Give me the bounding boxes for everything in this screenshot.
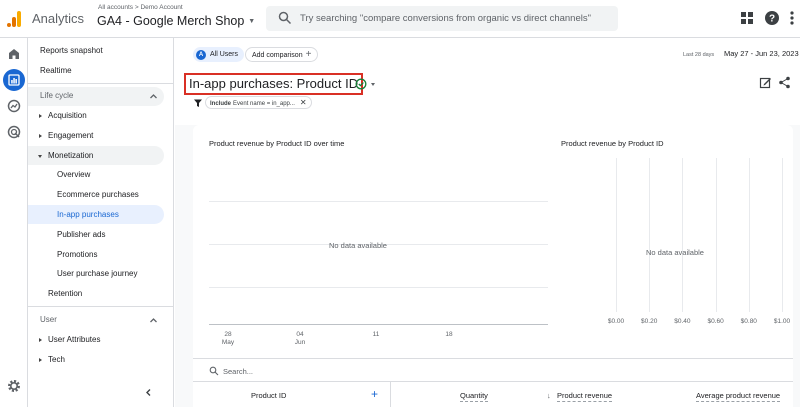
column-header-product-id[interactable]: Product ID bbox=[251, 391, 286, 400]
share-icon[interactable] bbox=[778, 76, 791, 89]
x-tick-label: 11 bbox=[372, 331, 380, 338]
sidebar-item-ecommerce-purchases[interactable]: Ecommerce purchases bbox=[57, 186, 139, 204]
sidebar-nav: Reports snapshot Realtime Life cycle Acq… bbox=[28, 38, 174, 407]
x-tick-label: 18 bbox=[445, 331, 453, 338]
page-title: In-app purchases: Product ID bbox=[184, 73, 364, 95]
analytics-logo-icon[interactable] bbox=[6, 10, 22, 28]
admin-gear-icon[interactable] bbox=[6, 378, 22, 394]
breadcrumb[interactable]: All accounts > Demo Account bbox=[98, 4, 183, 11]
search-icon bbox=[209, 366, 219, 376]
comparison-chip-all-users[interactable]: A All Users bbox=[193, 47, 245, 62]
search-input[interactable]: Try searching "compare conversions from … bbox=[266, 6, 618, 31]
date-range-label: Last 28 days bbox=[683, 52, 715, 58]
sidebar-item-promotions[interactable]: Promotions bbox=[57, 246, 97, 264]
close-icon[interactable]: ✕ bbox=[300, 98, 307, 107]
sidebar-item-user-attributes[interactable]: User Attributes bbox=[38, 331, 100, 349]
no-data-label: No data available bbox=[646, 248, 704, 257]
chart-title-by-product: Product revenue by Product ID bbox=[561, 139, 664, 148]
column-header-quantity[interactable]: Quantity bbox=[460, 391, 488, 402]
table-search-input[interactable]: Search... bbox=[223, 367, 253, 376]
gridline bbox=[782, 158, 783, 312]
x-tick-label: 28 May bbox=[221, 331, 235, 346]
sidebar-item-retention[interactable]: Retention bbox=[48, 285, 82, 303]
reports-icon[interactable] bbox=[3, 69, 25, 91]
sort-arrow-down-icon[interactable]: ↓ bbox=[547, 391, 551, 400]
no-data-label: No data available bbox=[329, 241, 387, 250]
filter-chip[interactable]: Include Event name = in_app... ✕ bbox=[205, 96, 312, 109]
add-dimension-plus-icon[interactable]: + bbox=[371, 387, 378, 401]
advertising-icon[interactable] bbox=[6, 124, 22, 140]
gridline bbox=[649, 158, 651, 312]
home-icon[interactable] bbox=[6, 46, 22, 62]
x-axis-baseline bbox=[209, 324, 548, 325]
divider bbox=[193, 358, 793, 359]
divider bbox=[28, 306, 173, 307]
sidebar-item-monetization[interactable]: Monetization bbox=[37, 147, 93, 165]
caret-down-icon: ▼ bbox=[248, 18, 256, 25]
more-vert-icon[interactable] bbox=[788, 10, 796, 26]
app-name: Analytics bbox=[32, 11, 85, 26]
search-placeholder: Try searching "compare conversions from … bbox=[300, 13, 591, 24]
column-header-avg-product-revenue[interactable]: Average product revenue bbox=[696, 391, 781, 402]
gridline bbox=[616, 158, 617, 312]
comparison-chip-label: All Users bbox=[210, 51, 239, 58]
svg-text:?: ? bbox=[769, 14, 775, 25]
property-name: GA4 - Google Merch Shop bbox=[97, 14, 245, 28]
report-card bbox=[193, 125, 793, 407]
property-selector[interactable]: GA4 - Google Merch Shop ▼ bbox=[97, 14, 255, 28]
sidebar-item-reports-snapshot[interactable]: Reports snapshot bbox=[40, 42, 103, 60]
check-circle-icon[interactable] bbox=[355, 78, 367, 90]
divider bbox=[193, 381, 793, 382]
x-tick-label: $0.80 bbox=[740, 318, 757, 325]
top-app-bar: Analytics All accounts > Demo Account GA… bbox=[0, 0, 800, 38]
column-separator bbox=[390, 381, 391, 407]
chart-title-over-time: Product revenue by Product ID over time bbox=[209, 139, 345, 148]
x-tick-label: 04 Jun bbox=[294, 331, 306, 346]
column-header-product-revenue[interactable]: Product revenue bbox=[557, 391, 613, 402]
x-tick-label: $0.20 bbox=[641, 318, 658, 325]
section-label-lifecycle: Life cycle bbox=[40, 91, 74, 100]
gridline bbox=[715, 158, 717, 312]
add-comparison-label: Add comparison bbox=[252, 52, 303, 59]
gridline bbox=[682, 158, 684, 312]
date-range-picker[interactable]: May 27 - Jun 23, 2023 bbox=[724, 49, 799, 58]
divider bbox=[28, 83, 173, 84]
main-content: A All Users Add comparison + Last 28 days… bbox=[175, 38, 800, 407]
chevron-up-icon[interactable] bbox=[149, 92, 158, 101]
sidebar-item-inapp-purchases[interactable]: In-app purchases bbox=[57, 206, 119, 224]
x-tick-label: $1.00 bbox=[773, 318, 791, 325]
avatar: A bbox=[196, 49, 206, 60]
sidebar-item-acquisition[interactable]: Acquisition bbox=[39, 107, 87, 125]
help-icon[interactable]: ? bbox=[764, 10, 780, 26]
filter-value: Event name = in_app... bbox=[233, 101, 295, 107]
x-tick-label: $0.40 bbox=[674, 318, 691, 325]
left-rail bbox=[0, 38, 28, 407]
gridline bbox=[209, 287, 548, 288]
sidebar-item-tech[interactable]: Tech bbox=[39, 351, 65, 369]
title-dropdown-icon[interactable] bbox=[371, 83, 375, 86]
apps-grid-icon[interactable] bbox=[739, 10, 755, 26]
add-comparison-button[interactable]: Add comparison + bbox=[245, 47, 319, 62]
search-icon bbox=[278, 11, 292, 25]
x-tick-label: $0.00 bbox=[607, 318, 625, 325]
section-label-user[interactable]: User bbox=[40, 311, 57, 329]
sidebar-item-publisher-ads[interactable]: Publisher ads bbox=[57, 226, 105, 244]
sidebar-item-user-purchase-journey[interactable]: User purchase journey bbox=[57, 265, 137, 283]
sidebar-item-realtime[interactable]: Realtime bbox=[40, 62, 72, 80]
explore-icon[interactable] bbox=[6, 98, 22, 114]
x-tick-label: $0.60 bbox=[707, 318, 724, 325]
filter-icon bbox=[194, 99, 202, 107]
filter-include-label: Include bbox=[210, 101, 232, 107]
plus-icon: + bbox=[305, 49, 312, 60]
gridline bbox=[209, 201, 548, 202]
collapse-sidebar-icon[interactable] bbox=[144, 388, 153, 397]
sidebar-item-engagement[interactable]: Engagement bbox=[38, 127, 93, 145]
sidebar-item-overview[interactable]: Overview bbox=[57, 166, 90, 184]
edit-report-icon[interactable] bbox=[759, 76, 772, 89]
gridline bbox=[748, 158, 750, 312]
chevron-up-icon[interactable] bbox=[149, 316, 158, 325]
